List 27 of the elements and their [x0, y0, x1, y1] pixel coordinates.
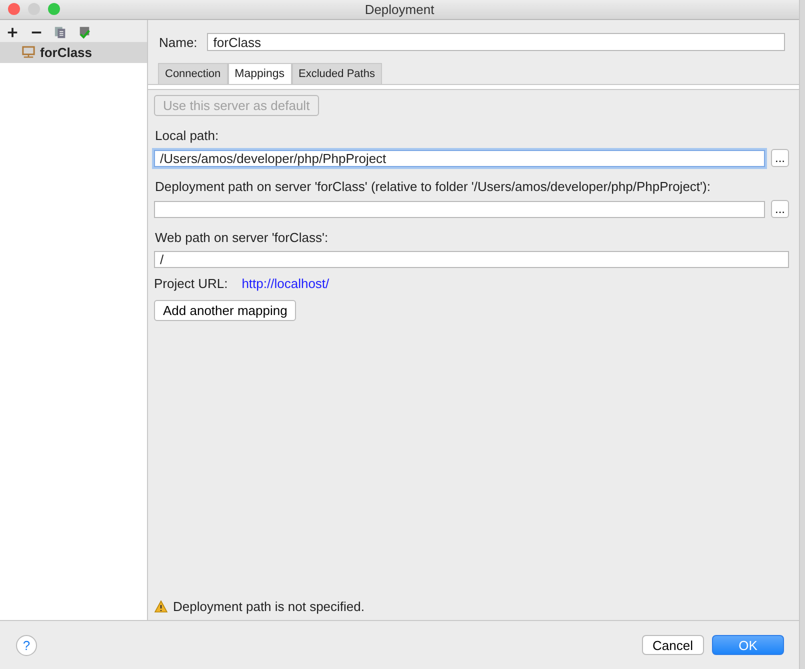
tab[interactable]: Excluded Paths: [292, 63, 382, 84]
field-label: Deployment path on server 'forClass' (relative to folder '/Users/amos/developer/php/PhpProject'):: [155, 179, 712, 194]
add-mapping-button[interactable]: Add another mapping: [154, 300, 296, 321]
tab[interactable]: Connection: [158, 63, 228, 84]
copy-icon[interactable]: [54, 26, 67, 39]
field-label: Web path on server 'forClass':: [155, 230, 330, 245]
name-field[interactable]: forClass: [207, 33, 785, 51]
warning-message: Deployment path is not specified.: [173, 599, 364, 614]
window-title: Deployment: [364, 2, 434, 17]
project-url-link[interactable]: http://localhost/: [242, 276, 330, 291]
path-field[interactable]: /: [154, 251, 789, 268]
name-label: Name:: [159, 34, 198, 50]
warning-icon: [154, 600, 168, 613]
close-icon[interactable]: [8, 3, 20, 15]
add-icon[interactable]: [6, 26, 19, 39]
browse-button[interactable]: ...: [770, 149, 789, 167]
project-url-label: Project URL:: [154, 276, 228, 291]
server-icon: [22, 46, 35, 59]
path-field[interactable]: /Users/amos/developer/php/PhpProject: [154, 150, 765, 166]
cancel-button[interactable]: Cancel: [642, 635, 704, 655]
field-label: Local path:: [155, 128, 220, 143]
server-check-icon[interactable]: [78, 26, 91, 39]
tab[interactable]: Mappings: [228, 63, 292, 84]
browse-button[interactable]: ...: [770, 200, 789, 218]
path-field[interactable]: [154, 200, 765, 218]
help-button[interactable]: ?: [16, 634, 37, 656]
server-item[interactable]: forClass: [0, 42, 147, 63]
